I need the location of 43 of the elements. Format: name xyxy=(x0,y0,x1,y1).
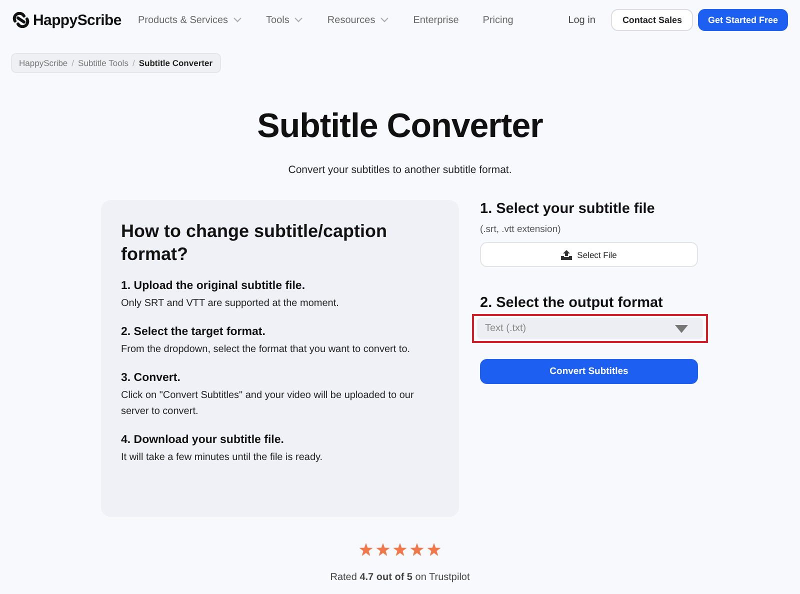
file-hint: (.srt, .vtt extension) xyxy=(480,224,562,235)
step-text: From the dropdown, select the format that you want to convert to. xyxy=(121,343,412,357)
star-icon xyxy=(359,543,373,556)
chevron-icon xyxy=(294,17,304,23)
nav-link[interactable]: Products & Services xyxy=(138,14,242,26)
nav-link[interactable]: Tools xyxy=(266,14,304,26)
star-icon xyxy=(376,543,390,556)
step-text: Click on "Convert Subtitles" and your video will be uploaded to our server to convert. xyxy=(121,389,415,419)
breadcrumb-separator: / xyxy=(132,58,135,68)
step-title: 4. Download your subtitle file. xyxy=(121,434,285,446)
logo-text[interactable]: HappyScribe xyxy=(33,12,122,28)
convert-subtitles-button[interactable]: Convert Subtitles xyxy=(480,359,698,384)
nav-link[interactable]: Pricing xyxy=(482,14,514,26)
step-text: It will take a few minutes until the file is ready. xyxy=(121,451,324,465)
step-heading: 2. Select the output format xyxy=(480,295,664,311)
step-title: 2. Select the target format. xyxy=(121,326,266,338)
step-title: 1. Upload the original subtitle file. xyxy=(121,280,306,292)
upload-icon xyxy=(561,250,572,260)
nav-link[interactable]: Resources xyxy=(327,14,390,26)
page-subtitle: Convert your subtitles to another subtitle format. xyxy=(287,164,513,176)
format-dropdown[interactable]: Text (.txt) xyxy=(477,318,703,339)
nav-link[interactable]: Enterprise xyxy=(413,14,459,26)
page-title: Subtitle Converter xyxy=(256,107,544,146)
get-started-button[interactable]: Get Started Free xyxy=(698,9,788,31)
rating-text: Rated 4.7 out of 5 on Trustpilot xyxy=(329,572,471,583)
dropdown-arrow-icon xyxy=(675,324,688,332)
breadcrumb-link[interactable]: Subtitle Tools xyxy=(78,58,128,68)
breadcrumb-link[interactable]: Subtitle Converter xyxy=(138,58,213,68)
step-text: Only SRT and VTT are supported at the moment. xyxy=(121,297,340,311)
star-icon xyxy=(427,543,441,556)
star-icon xyxy=(393,543,407,556)
chevron-icon xyxy=(233,17,242,23)
star-icon xyxy=(410,543,424,556)
login-link[interactable]: Log in xyxy=(568,14,596,26)
breadcrumb-separator: / xyxy=(72,58,74,68)
select-file-button[interactable]: Select File xyxy=(480,242,698,267)
contact-sales-button[interactable]: Contact Sales xyxy=(611,9,693,31)
logo-icon xyxy=(12,12,30,28)
chevron-icon xyxy=(380,17,390,23)
step-heading: 1. Select your subtitle file xyxy=(480,201,656,217)
breadcrumb-link[interactable]: HappyScribe xyxy=(19,58,68,68)
step-title: 3. Convert. xyxy=(121,372,182,384)
howto-heading: How to change subtitle/caption format? xyxy=(121,220,388,266)
